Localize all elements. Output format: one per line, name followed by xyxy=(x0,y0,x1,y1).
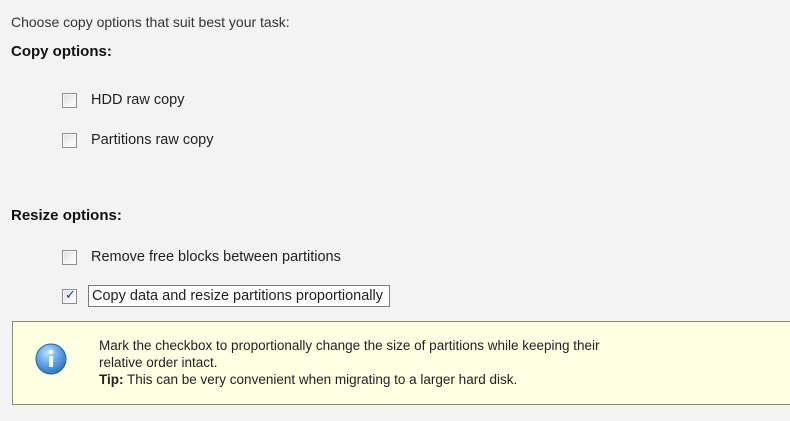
resize-proportionally-option[interactable]: ✓ Copy data and resize partitions propor… xyxy=(62,285,390,307)
remove-free-blocks-label[interactable]: Remove free blocks between partitions xyxy=(91,249,341,265)
partitions-raw-copy-label[interactable]: Partitions raw copy xyxy=(91,132,214,148)
tip-line-3: Tip: This can be very convenient when mi… xyxy=(99,371,600,388)
tip-box: Mark the checkbox to proportionally chan… xyxy=(12,321,790,405)
hdd-raw-copy-label[interactable]: HDD raw copy xyxy=(91,92,184,108)
copy-options-panel: Choose copy options that suit best your … xyxy=(0,0,790,421)
checkmark-icon: ✓ xyxy=(65,286,76,302)
tip-text: Mark the checkbox to proportionally chan… xyxy=(99,337,600,388)
remove-free-blocks-option[interactable]: Remove free blocks between partitions xyxy=(62,246,341,268)
resize-proportionally-label[interactable]: Copy data and resize partitions proporti… xyxy=(88,285,390,307)
tip-detail: This can be very convenient when migrati… xyxy=(123,372,518,387)
tip-label: Tip: xyxy=(99,372,124,387)
partitions-raw-copy-option[interactable]: Partitions raw copy xyxy=(62,129,214,151)
info-icon xyxy=(35,343,67,375)
remove-free-blocks-checkbox[interactable] xyxy=(62,249,77,265)
resize-proportionally-checkbox[interactable]: ✓ xyxy=(62,286,77,304)
tip-line-2: relative order intact. xyxy=(99,355,218,370)
partitions-raw-copy-checkbox[interactable] xyxy=(62,132,77,148)
hdd-raw-copy-option[interactable]: HDD raw copy xyxy=(62,89,184,111)
copy-options-heading: Copy options: xyxy=(11,43,112,60)
tip-line-1: Mark the checkbox to proportionally chan… xyxy=(99,338,600,353)
hdd-raw-copy-checkbox[interactable] xyxy=(62,92,77,108)
intro-text: Choose copy options that suit best your … xyxy=(11,14,290,30)
resize-options-heading: Resize options: xyxy=(11,207,122,224)
